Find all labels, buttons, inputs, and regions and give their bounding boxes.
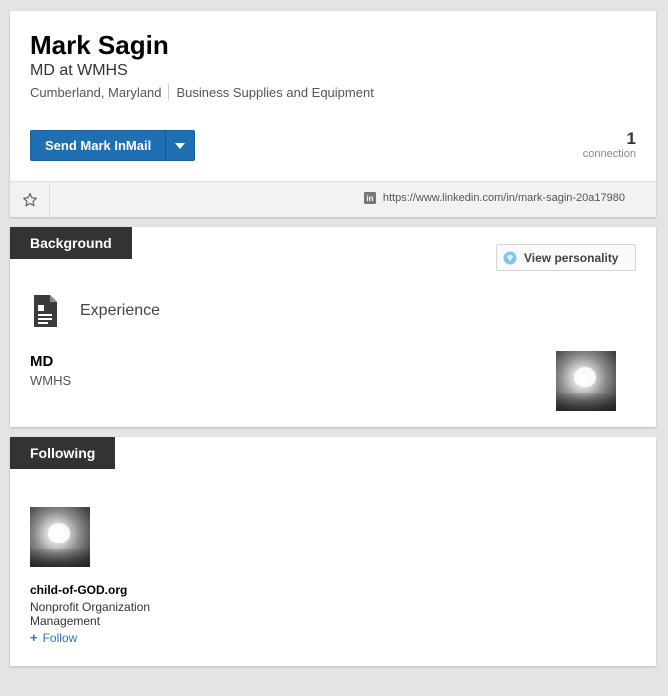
- logo-water: [556, 393, 616, 411]
- document-icon: [34, 295, 57, 327]
- linkedin-icon: in: [363, 192, 376, 204]
- logo-water: [30, 549, 90, 567]
- follow-button[interactable]: + Follow: [30, 630, 77, 645]
- following-tab: Following: [10, 437, 116, 469]
- view-personality-label: View personality: [524, 250, 619, 265]
- profile-card: Mark Sagin MD at WMHS Cumberland, Maryla…: [10, 11, 656, 217]
- logo-glow: [48, 523, 70, 543]
- profile-url-text[interactable]: https://www.linkedin.com/in/mark-sagin-2…: [383, 192, 625, 204]
- profile-url[interactable]: in https://www.linkedin.com/in/mark-sagi…: [363, 192, 625, 204]
- profile-name: Mark Sagin: [30, 30, 169, 60]
- save-profile-button[interactable]: [10, 182, 50, 217]
- followed-org-industry: Nonprofit Organization Management: [30, 600, 151, 628]
- company-logo[interactable]: [556, 351, 616, 411]
- profile-action-bar: in https://www.linkedin.com/in/mark-sagi…: [10, 181, 656, 217]
- profile-industry[interactable]: Business Supplies and Equipment: [177, 85, 374, 100]
- org-logo[interactable]: [30, 507, 90, 567]
- connections-label: connection: [582, 148, 636, 160]
- background-tab: Background: [10, 227, 132, 259]
- profile-headline: MD at WMHS: [30, 62, 128, 79]
- view-personality-button[interactable]: View personality: [496, 244, 636, 271]
- position-company[interactable]: WMHS: [30, 373, 71, 388]
- logo-glow: [574, 367, 596, 387]
- background-card: Background View personality Experience M…: [10, 227, 656, 427]
- position-title: MD: [30, 353, 54, 370]
- connections-count[interactable]: 1: [627, 129, 636, 149]
- follow-label: Follow: [42, 630, 78, 645]
- send-inmail-button[interactable]: Send Mark InMail: [31, 131, 165, 160]
- followed-org-name[interactable]: child-of-GOD.org: [30, 583, 127, 597]
- gem-icon: [503, 251, 517, 265]
- experience-heading: Experience: [80, 302, 161, 319]
- meta-divider: [167, 84, 169, 100]
- chevron-down-icon: [175, 142, 186, 149]
- inmail-more-button[interactable]: [165, 131, 194, 160]
- profile-location[interactable]: Cumberland, Maryland: [30, 85, 162, 100]
- profile-meta: Cumberland, Maryland Business Supplies a…: [30, 84, 374, 100]
- send-inmail-button-group: Send Mark InMail: [30, 130, 195, 161]
- plus-icon: +: [30, 630, 38, 645]
- star-icon: [22, 192, 37, 206]
- following-card: Following child-of-GOD.org Nonprofit Org…: [10, 437, 656, 666]
